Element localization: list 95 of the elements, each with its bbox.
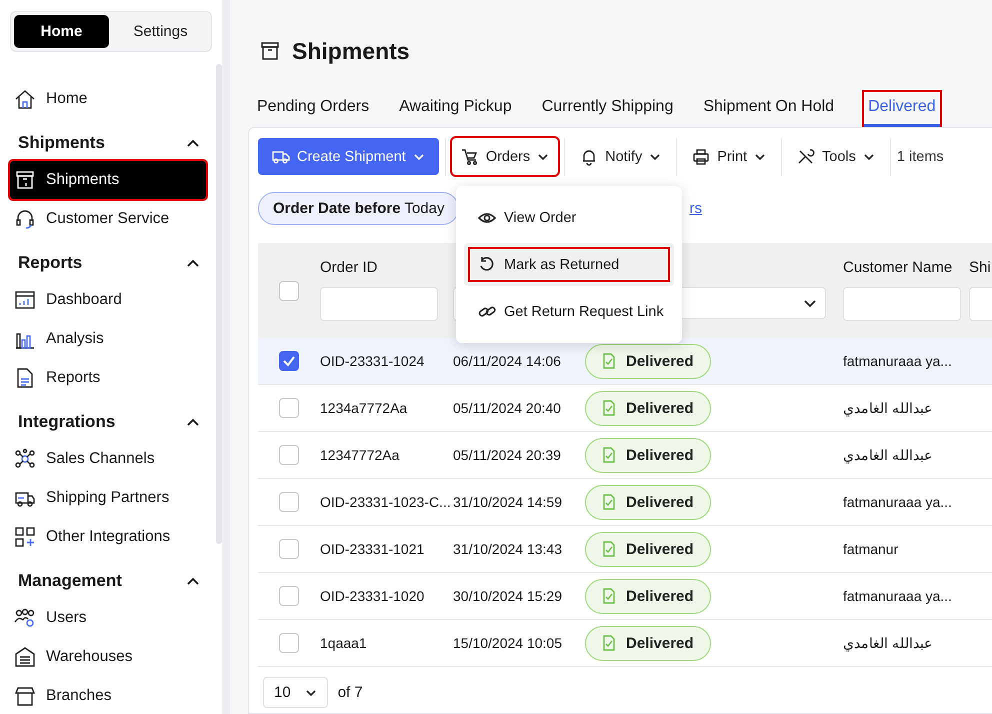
table-cell: عبدالله الغامدي [843, 635, 932, 651]
table-cell: عبدالله الغامدي [843, 447, 932, 463]
network-icon [14, 448, 36, 470]
page-size-select[interactable]: 10 [263, 677, 328, 708]
table-cell: 12347772Aa [320, 447, 400, 463]
document-check-icon [602, 353, 616, 369]
users-icon [14, 607, 36, 629]
status-badge: Delivered [585, 344, 711, 378]
column-header: Customer Name [843, 259, 952, 276]
status-badge: Delivered [585, 532, 711, 566]
sidebar-item[interactable]: Other Integrations [10, 518, 206, 556]
undo-icon [478, 256, 496, 274]
cart-icon [460, 148, 479, 166]
sidebar-item[interactable]: Shipments [10, 161, 206, 199]
checkbox[interactable] [279, 539, 299, 559]
document-check-icon [602, 635, 616, 651]
column-header: Shi [969, 259, 991, 276]
sidebar-item[interactable]: Users [10, 599, 206, 637]
tab[interactable]: Awaiting Pickup [399, 92, 512, 127]
table-cell: 31/10/2024 14:59 [453, 494, 562, 510]
table-cell: 05/11/2024 20:40 [453, 400, 561, 416]
table-cell: OID-23331-1023-C... [320, 494, 451, 510]
sidebar-item[interactable]: Branches [10, 677, 206, 714]
menu-button[interactable]: Orders [452, 138, 558, 175]
store-icon [14, 685, 36, 707]
warehouse-icon [14, 646, 36, 668]
section-title: Management [18, 571, 122, 591]
checkbox[interactable] [279, 280, 299, 300]
document-check-icon [602, 447, 616, 463]
filter-field[interactable] [843, 287, 961, 321]
sidebar-item[interactable]: Analysis [10, 320, 206, 358]
status-badge: Delivered [585, 484, 711, 520]
table-cell: fatmanur [843, 541, 898, 557]
table-cell: OID-23331-1021 [320, 541, 424, 557]
section-title: Shipments [18, 133, 105, 153]
status-badge: Delivered [585, 626, 711, 660]
dashboard-icon [14, 289, 36, 311]
tab[interactable]: Currently Shipping [542, 92, 674, 127]
grid-icon [14, 526, 36, 548]
document-check-icon [602, 588, 616, 604]
sidebar-item[interactable]: Sales Channels [10, 440, 206, 478]
mode-tab[interactable]: Settings [113, 15, 208, 48]
page-title: Shipments [292, 38, 410, 64]
mode-tab[interactable]: Home [14, 15, 109, 48]
table-cell: fatmanuraaa ya... [843, 588, 952, 604]
status-badge: Delivered [585, 438, 711, 472]
table-cell: 05/11/2024 20:39 [453, 447, 561, 463]
table-cell: 30/10/2024 15:29 [453, 588, 562, 604]
table-cell: fatmanuraaa ya... [843, 353, 952, 369]
table-cell: OID-23331-1024 [320, 353, 424, 369]
sidebar-item[interactable]: Home [10, 80, 206, 118]
item-count: 1 items [896, 148, 944, 164]
section-title: Reports [18, 253, 82, 273]
headset-icon [14, 208, 36, 230]
table-cell: عبدالله الغامدي [843, 400, 932, 416]
checkbox[interactable] [279, 633, 299, 653]
sidebar-item[interactable]: Customer Service [10, 200, 206, 238]
table-cell: 31/10/2024 13:43 [453, 541, 562, 557]
menu-item[interactable]: Get Return Request Link [464, 290, 674, 333]
page-total: of 7 [338, 684, 363, 701]
tab[interactable]: Shipment On Hold [703, 92, 834, 127]
document-check-icon [602, 400, 616, 416]
checkbox[interactable] [279, 445, 299, 465]
sidebar-item[interactable]: Reports [10, 359, 206, 397]
create-button[interactable]: Create Shipment [258, 138, 439, 175]
box-icon [260, 41, 280, 61]
table-cell: 06/11/2024 14:06 [453, 353, 561, 369]
section-title: Integrations [18, 412, 116, 432]
menu-item[interactable]: View Order [464, 196, 674, 239]
tools-icon [797, 148, 816, 166]
checkbox[interactable] [279, 351, 299, 371]
home-icon [14, 88, 36, 110]
table-cell: OID-23331-1020 [320, 588, 424, 604]
status-badge: Delivered [585, 578, 711, 614]
checkbox[interactable] [279, 398, 299, 418]
printer-icon [692, 148, 710, 166]
sidebar-item[interactable]: Dashboard [10, 281, 206, 319]
checkbox[interactable] [279, 492, 299, 512]
checkbox[interactable] [279, 586, 299, 606]
table-cell: 1qaaa1 [320, 635, 367, 651]
table-cell: 15/10/2024 10:05 [453, 635, 562, 651]
filter-link[interactable]: rs [689, 200, 702, 216]
table-cell: fatmanuraaa ya... [843, 494, 952, 510]
column-header: Order ID [320, 259, 378, 276]
filter-field[interactable] [320, 287, 438, 321]
sidebar-item[interactable]: Warehouses [10, 638, 206, 676]
box-icon [14, 169, 36, 191]
menu-item[interactable]: Mark as Returned [464, 243, 674, 286]
document-check-icon [602, 494, 616, 510]
check-icon [282, 354, 296, 368]
table-cell: 1234a7772Aa [320, 400, 408, 416]
document-check-icon [602, 541, 616, 557]
status-badge: Delivered [585, 390, 711, 426]
tab[interactable]: Pending Orders [257, 92, 370, 127]
sidebar-item[interactable]: Shipping Partners [10, 479, 206, 517]
